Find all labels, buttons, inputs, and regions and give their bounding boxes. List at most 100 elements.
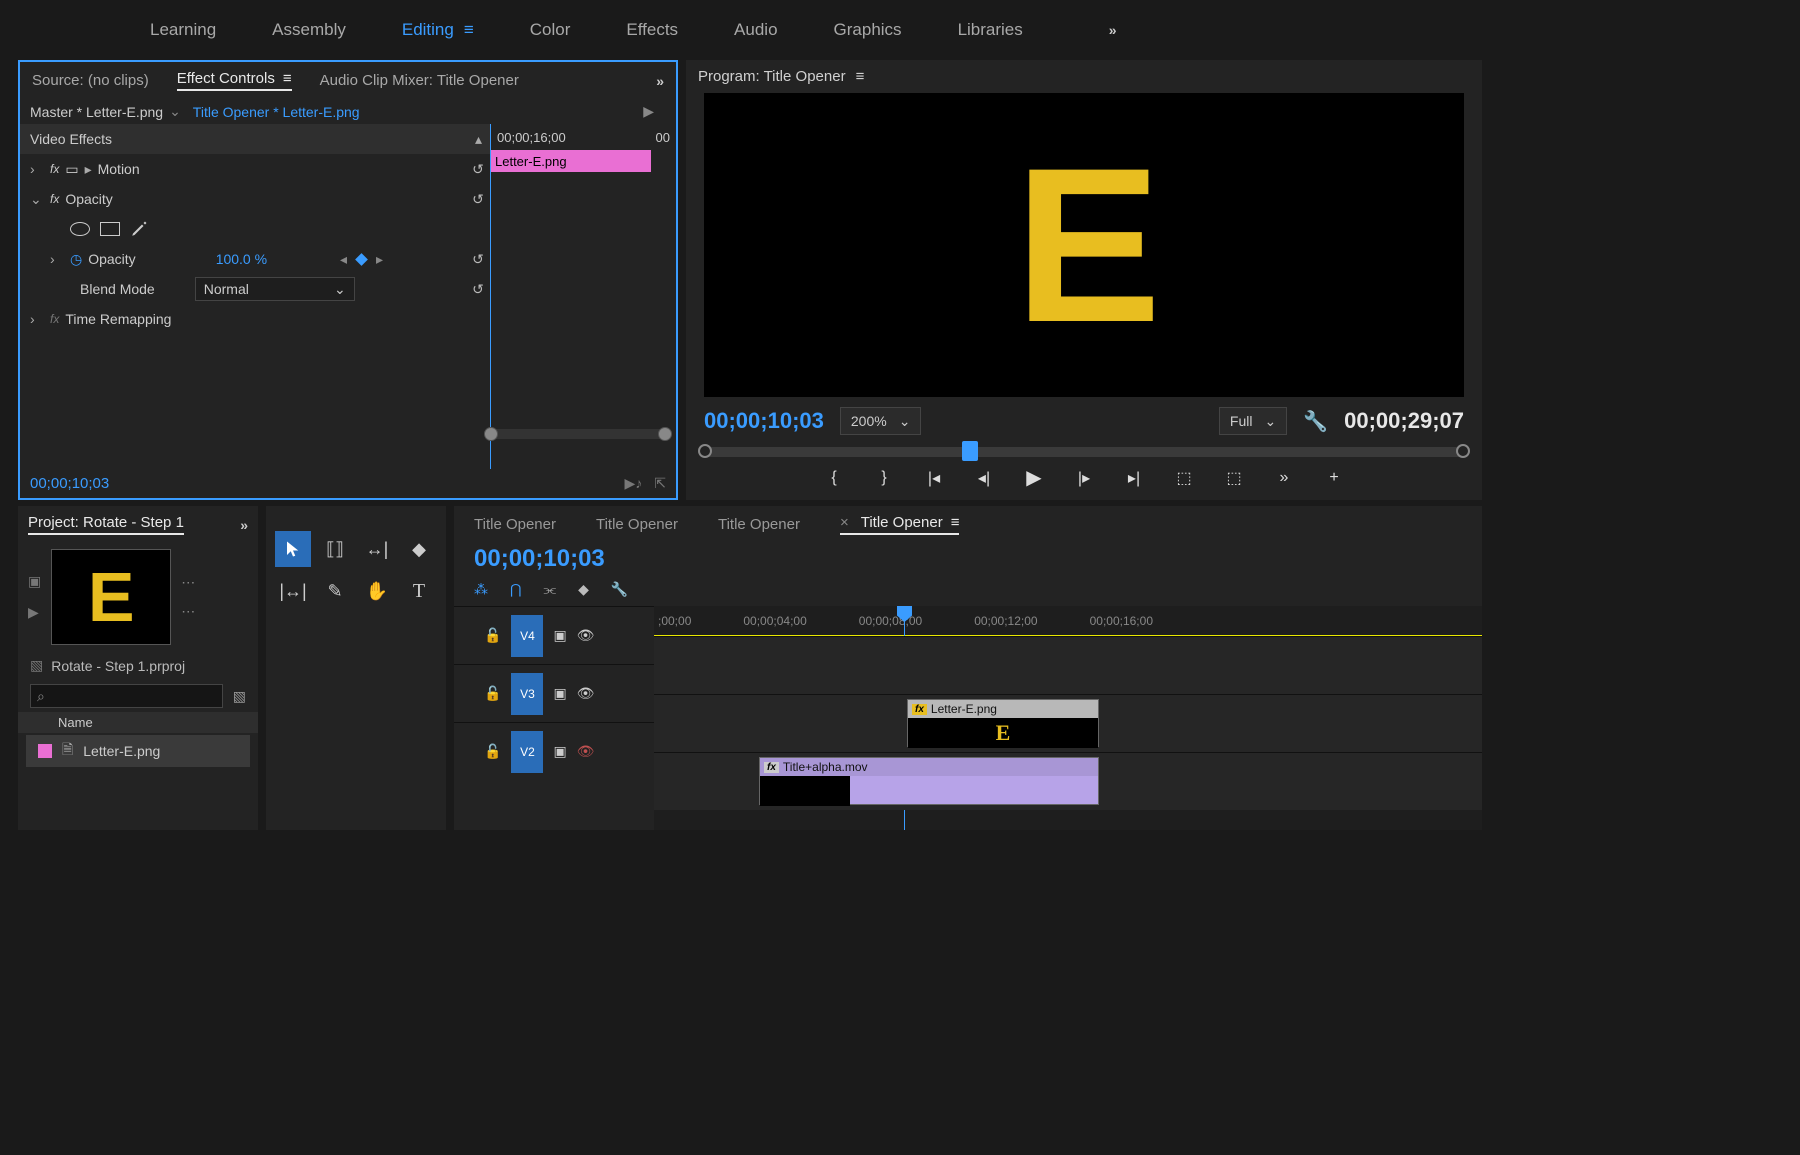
lock-icon[interactable]: 🔓 bbox=[484, 743, 501, 760]
mark-out-icon[interactable]: } bbox=[872, 469, 896, 487]
track-v2-label[interactable]: V2 bbox=[511, 731, 543, 773]
time-remapping-row[interactable]: › fx Time Remapping bbox=[20, 304, 490, 334]
scroll-thumb-left[interactable] bbox=[484, 427, 498, 441]
pen-tool-icon[interactable]: ✎ bbox=[317, 573, 353, 609]
panel-menu-icon[interactable]: ≡ bbox=[856, 68, 865, 85]
timeline-tab-3[interactable]: Title Opener bbox=[718, 516, 800, 533]
list-dots-icon[interactable]: ⋯ bbox=[181, 603, 195, 620]
export-frame-icon[interactable]: ⇱ bbox=[654, 475, 666, 492]
project-tab[interactable]: Project: Rotate - Step 1 bbox=[28, 514, 184, 535]
reset-icon[interactable]: ↺ bbox=[466, 187, 490, 211]
sync-lock-icon[interactable]: ▣ bbox=[553, 627, 566, 644]
ws-learning[interactable]: Learning bbox=[150, 20, 216, 40]
wrench-icon[interactable]: 🔧 bbox=[1303, 409, 1328, 434]
scroll-thumb-right[interactable] bbox=[658, 427, 672, 441]
track-v4-label[interactable]: V4 bbox=[511, 615, 543, 657]
timeline-tab-4[interactable]: × Title Opener ≡ bbox=[840, 514, 960, 535]
search-input[interactable]: ⌕ bbox=[30, 684, 223, 708]
sequence-clip-label[interactable]: Title Opener * Letter-E.png bbox=[193, 104, 360, 120]
track-v2-lane[interactable]: fxTitle+alpha.mov bbox=[654, 752, 1482, 810]
project-item-row[interactable]: 🗎 Letter-E.png bbox=[26, 735, 250, 767]
chevron-down-icon[interactable]: ⌄ bbox=[169, 103, 181, 120]
play-icon[interactable]: ▶ bbox=[28, 604, 41, 621]
scrub-start-handle[interactable] bbox=[698, 444, 712, 458]
play-icon[interactable]: ▶ bbox=[1022, 465, 1046, 490]
ws-overflow-icon[interactable]: » bbox=[1109, 22, 1117, 38]
magnet-icon[interactable]: ⋂ bbox=[510, 581, 521, 598]
track-v3-label[interactable]: V3 bbox=[511, 673, 543, 715]
play-icon[interactable]: ▶ bbox=[643, 103, 654, 120]
lock-icon[interactable]: 🔓 bbox=[484, 685, 501, 702]
sync-lock-icon[interactable]: ▣ bbox=[553, 685, 566, 702]
hamburger-icon[interactable]: ≡ bbox=[464, 20, 474, 40]
pen-mask-icon[interactable] bbox=[130, 220, 148, 238]
new-bin-icon[interactable]: ▧ bbox=[233, 688, 246, 705]
timeline-tab-2[interactable]: Title Opener bbox=[596, 516, 678, 533]
linked-selection-icon[interactable]: ⫘ bbox=[543, 581, 556, 598]
opacity-row[interactable]: ⌄ fx Opacity ↺ bbox=[20, 184, 490, 214]
track-v3-header[interactable]: 🔓 V3 ▣ 👁 bbox=[454, 664, 654, 722]
transform-icon[interactable]: ▭ bbox=[65, 161, 78, 178]
reset-icon[interactable]: ↺ bbox=[466, 157, 490, 181]
play-only-icon[interactable]: ▶♪ bbox=[624, 475, 642, 492]
fx-badge-icon[interactable]: fx bbox=[50, 162, 59, 176]
ws-libraries[interactable]: Libraries bbox=[958, 20, 1023, 40]
next-keyframe-icon[interactable]: ▸ bbox=[376, 251, 383, 268]
ws-effects[interactable]: Effects bbox=[626, 20, 678, 40]
project-thumbnail[interactable]: E bbox=[51, 549, 171, 645]
extract-icon[interactable]: ⬚ bbox=[1222, 468, 1246, 488]
master-clip-label[interactable]: Master * Letter-E.png bbox=[30, 104, 163, 120]
overflow-icon[interactable]: » bbox=[1272, 469, 1296, 487]
list-dots-icon[interactable]: ⋯ bbox=[181, 574, 195, 591]
ws-editing[interactable]: Editing ≡ bbox=[402, 20, 474, 40]
reset-icon[interactable]: ↺ bbox=[466, 277, 490, 301]
go-to-in-icon[interactable]: |◂ bbox=[922, 468, 946, 488]
panel-overflow-icon[interactable]: » bbox=[240, 517, 248, 533]
program-timecode[interactable]: 00;00;10;03 bbox=[704, 408, 824, 434]
marker-icon[interactable]: ◆ bbox=[578, 581, 589, 598]
go-to-out-icon[interactable]: ▸| bbox=[1122, 468, 1146, 488]
fx-badge-icon[interactable]: fx bbox=[50, 192, 59, 206]
panel-menu-icon[interactable]: ≡ bbox=[283, 70, 292, 87]
type-tool-icon[interactable]: T bbox=[401, 573, 437, 609]
track-v2-header[interactable]: 🔓 V2 ▣ 👁 bbox=[454, 722, 654, 780]
clip-title-alpha[interactable]: fxTitle+alpha.mov bbox=[759, 757, 1099, 805]
hand-tool-icon[interactable]: ✋ bbox=[359, 573, 395, 609]
ec-scrollbar[interactable] bbox=[490, 429, 666, 439]
close-tab-icon[interactable]: × bbox=[840, 514, 849, 531]
settings-icon[interactable]: 🔧 bbox=[611, 581, 628, 598]
ws-color[interactable]: Color bbox=[530, 20, 571, 40]
snap-icon[interactable]: ⁂ bbox=[474, 581, 488, 598]
timeline-tab-1[interactable]: Title Opener bbox=[474, 516, 556, 533]
opacity-value[interactable]: 100.0 % bbox=[216, 251, 267, 267]
twirl-down-icon[interactable]: ⌄ bbox=[30, 191, 44, 208]
selection-tool-icon[interactable] bbox=[275, 531, 311, 567]
tab-source[interactable]: Source: (no clips) bbox=[32, 72, 149, 89]
rect-mask-icon[interactable] bbox=[100, 222, 120, 236]
lock-icon[interactable]: 🔓 bbox=[484, 627, 501, 644]
track-v3-lane[interactable]: fxLetter-E.png E bbox=[654, 694, 1482, 752]
playhead-handle[interactable] bbox=[962, 441, 978, 461]
step-forward-icon[interactable]: |▸ bbox=[1072, 468, 1096, 488]
sync-lock-icon[interactable]: ▣ bbox=[553, 743, 566, 760]
lift-icon[interactable]: ⬚ bbox=[1172, 468, 1196, 488]
panel-menu-icon[interactable]: ≡ bbox=[951, 514, 960, 531]
program-scrubber[interactable] bbox=[704, 447, 1464, 457]
panel-overflow-icon[interactable]: » bbox=[656, 73, 664, 89]
add-keyframe-icon[interactable] bbox=[355, 253, 368, 266]
collapse-up-icon[interactable]: ▴ bbox=[475, 131, 482, 148]
slip-tool-icon[interactable]: |↔| bbox=[275, 573, 311, 609]
clip-letter-e[interactable]: fxLetter-E.png E bbox=[907, 699, 1099, 747]
ws-audio[interactable]: Audio bbox=[734, 20, 777, 40]
resolution-select[interactable]: Full ⌄ bbox=[1219, 407, 1287, 435]
zoom-select[interactable]: 200% ⌄ bbox=[840, 407, 922, 435]
video-effects-header[interactable]: Video Effects ▴ bbox=[20, 124, 490, 154]
timeline-tracks-area[interactable]: ;00;00 00;00;04;00 00;00;08;00 00;00;12;… bbox=[654, 606, 1482, 830]
step-back-icon[interactable]: ◂| bbox=[972, 468, 996, 488]
twirl-right-icon[interactable]: › bbox=[30, 161, 44, 177]
prev-keyframe-icon[interactable]: ◂ bbox=[340, 251, 347, 268]
tab-audio-mixer[interactable]: Audio Clip Mixer: Title Opener bbox=[320, 72, 519, 89]
ripple-edit-tool-icon[interactable]: ↔| bbox=[359, 531, 395, 567]
blend-mode-select[interactable]: Normal ⌄ bbox=[195, 277, 355, 301]
ellipse-mask-icon[interactable] bbox=[70, 222, 90, 236]
